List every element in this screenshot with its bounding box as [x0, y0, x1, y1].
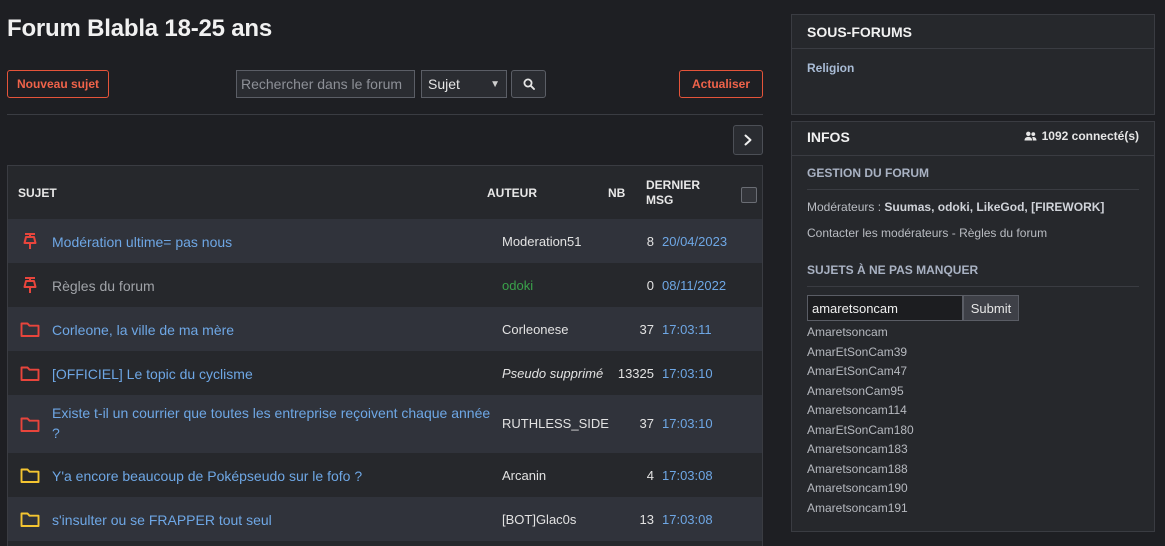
col-last-header: DERNIER MSG [646, 178, 700, 208]
topic-last-message-link[interactable]: 17:03:10 [662, 416, 713, 431]
folder-red-icon [20, 417, 40, 432]
contact-moderators-link[interactable]: Contacter les modérateurs - Règles du fo… [807, 226, 1047, 240]
col-last-header-line2: MSG [646, 193, 674, 207]
topic-title-link[interactable]: Modération ultime= pas nous [52, 232, 492, 252]
online-count: 1092 connecté(s) [1024, 129, 1139, 143]
topic-reply-count: 0 [646, 278, 654, 293]
list-item[interactable]: AmaretsonCam95 [807, 382, 914, 402]
list-item[interactable]: Amaretsoncam114 [807, 401, 914, 421]
moderators-line: Modérateurs : Suumas, odoki, LikeGod, [F… [807, 200, 1104, 214]
topic-reply-count: 13325 [617, 366, 654, 381]
new-topic-button[interactable]: Nouveau sujet [7, 70, 109, 98]
table-row[interactable]: Existe t-il un courrier que toutes les e… [8, 395, 762, 453]
topic-title-link[interactable]: Corleone, la ville de ma mère [52, 320, 492, 340]
table-row[interactable]: Règles du forum odoki 0 08/11/2022 [8, 263, 762, 307]
chevron-down-icon: ▼ [490, 78, 500, 90]
col-nb-header: NB [608, 186, 626, 200]
topics-table: SUJET AUTEUR NB DERNIER MSG Modération ul… [7, 165, 763, 546]
panel-divider [792, 48, 1154, 49]
list-item[interactable]: Amaretsoncam [807, 323, 914, 343]
topic-author[interactable]: Arcanin [502, 468, 546, 483]
topic-reply-count: 13 [639, 512, 654, 527]
topic-title-link[interactable]: Existe t-il un courrier que toutes les e… [52, 403, 492, 443]
list-item[interactable]: AmarEtSonCam47 [807, 362, 914, 382]
table-header: SUJET AUTEUR NB DERNIER MSG [8, 166, 762, 219]
online-count-text: 1092 connecté(s) [1041, 129, 1139, 143]
topic-reply-count: 37 [639, 416, 654, 431]
folder-red-icon [20, 366, 40, 381]
list-item[interactable]: AmarEtSonCam180 [807, 421, 914, 441]
topic-last-message-link[interactable]: 17:03:10 [662, 366, 713, 381]
topic-author: Pseudo supprimé [502, 366, 604, 381]
table-row[interactable]: s'insulter ou se FRAPPER tout seul [BOT]… [8, 497, 762, 541]
topic-reply-count: 8 [646, 234, 654, 249]
submit-button[interactable]: Submit [963, 295, 1019, 321]
panel-divider [792, 155, 1154, 156]
topic-last-message-link[interactable]: 08/11/2022 [662, 278, 726, 293]
list-item[interactable]: Amaretsoncam188 [807, 460, 914, 480]
select-all-checkbox[interactable] [741, 187, 757, 203]
forum-management-title: GESTION DU FORUM [807, 166, 929, 180]
topic-title-link[interactable]: Règles du forum [52, 276, 492, 296]
table-row[interactable]: Corleone, la ville de ma mère Corleonese… [8, 307, 762, 351]
topic-title-link[interactable]: [OFFICIEL] Le topic du cyclisme [52, 364, 492, 384]
topic-last-message-link[interactable]: 17:03:08 [662, 468, 713, 483]
infos-title: INFOS [807, 129, 850, 145]
search-icon [523, 78, 535, 90]
folder-yellow-icon [20, 468, 40, 483]
topic-last-message-link[interactable]: 20/04/2023 [662, 234, 727, 249]
refresh-button[interactable]: Actualiser [679, 70, 763, 98]
folder-yellow-icon [20, 512, 40, 527]
forum-page: Forum Blabla 18-25 ans Nouveau sujet Suj… [0, 0, 1165, 546]
moderators-label: Modérateurs : [807, 200, 882, 214]
toolbar-divider [7, 114, 763, 115]
page-title: Forum Blabla 18-25 ans [7, 15, 273, 42]
table-row[interactable]: Y'a encore beaucoup de Poképseudo sur le… [8, 453, 762, 497]
list-item[interactable]: Amaretsoncam190 [807, 479, 914, 499]
users-icon [1024, 131, 1037, 141]
infos-panel: INFOS 1092 connecté(s) GESTION DU FORUM … [791, 121, 1155, 532]
moderators-names[interactable]: Suumas, odoki, LikeGod, [FIREWORK] [884, 200, 1104, 214]
topic-author[interactable]: Corleonese [502, 322, 569, 337]
list-item[interactable]: AmarEtSonCam39 [807, 343, 914, 363]
topic-title-link[interactable]: Y'a encore beaucoup de Poképseudo sur le… [52, 466, 492, 486]
topic-last-message-link[interactable]: 17:03:11 [662, 322, 712, 337]
suggestion-list: Amaretsoncam AmarEtSonCam39 AmarEtSonCam… [807, 323, 914, 518]
subforums-title: SOUS-FORUMS [807, 24, 912, 40]
topic-author[interactable]: [BOT]Glac0s [502, 512, 576, 527]
topic-reply-count: 37 [639, 322, 654, 337]
section-divider [807, 286, 1139, 287]
search-button[interactable] [511, 70, 546, 98]
chevron-right-icon [744, 134, 752, 146]
search-input[interactable] [236, 70, 415, 98]
must-see-search-input[interactable]: amaretsoncam [807, 295, 963, 321]
col-last-header-line1: DERNIER [646, 178, 701, 192]
topic-author[interactable]: odoki [502, 278, 533, 293]
topic-title-link[interactable]: s'insulter ou se FRAPPER tout seul [52, 510, 492, 530]
search-type-select[interactable]: Sujet ▼ [421, 70, 507, 98]
search-type-value: Sujet [428, 76, 460, 92]
subforum-link-religion[interactable]: Religion [807, 61, 854, 75]
list-item[interactable]: Amaretsoncam183 [807, 440, 914, 460]
topic-author[interactable]: RUTHLESS_SIDE [502, 416, 609, 431]
table-row[interactable]: Modération ultime= pas nous Moderation51… [8, 219, 762, 263]
topic-author[interactable]: Moderation51 [502, 234, 582, 249]
col-author-header: AUTEUR [487, 186, 537, 200]
subforums-panel: SOUS-FORUMS Religion [791, 14, 1155, 115]
pin-icon [23, 277, 37, 293]
topic-reply-count: 4 [646, 468, 654, 483]
col-subject-header: SUJET [18, 186, 57, 200]
next-page-button[interactable] [733, 125, 763, 155]
topic-last-message-link[interactable]: 17:03:08 [662, 512, 713, 527]
must-see-topics-title: SUJETS À NE PAS MANQUER [807, 263, 979, 277]
table-row[interactable]: [OFFICIEL] Le topic du cyclisme Pseudo s… [8, 351, 762, 395]
pin-icon [23, 233, 37, 249]
section-divider [807, 189, 1139, 190]
folder-red-icon [20, 322, 40, 337]
list-item[interactable]: Amaretsoncam191 [807, 499, 914, 519]
